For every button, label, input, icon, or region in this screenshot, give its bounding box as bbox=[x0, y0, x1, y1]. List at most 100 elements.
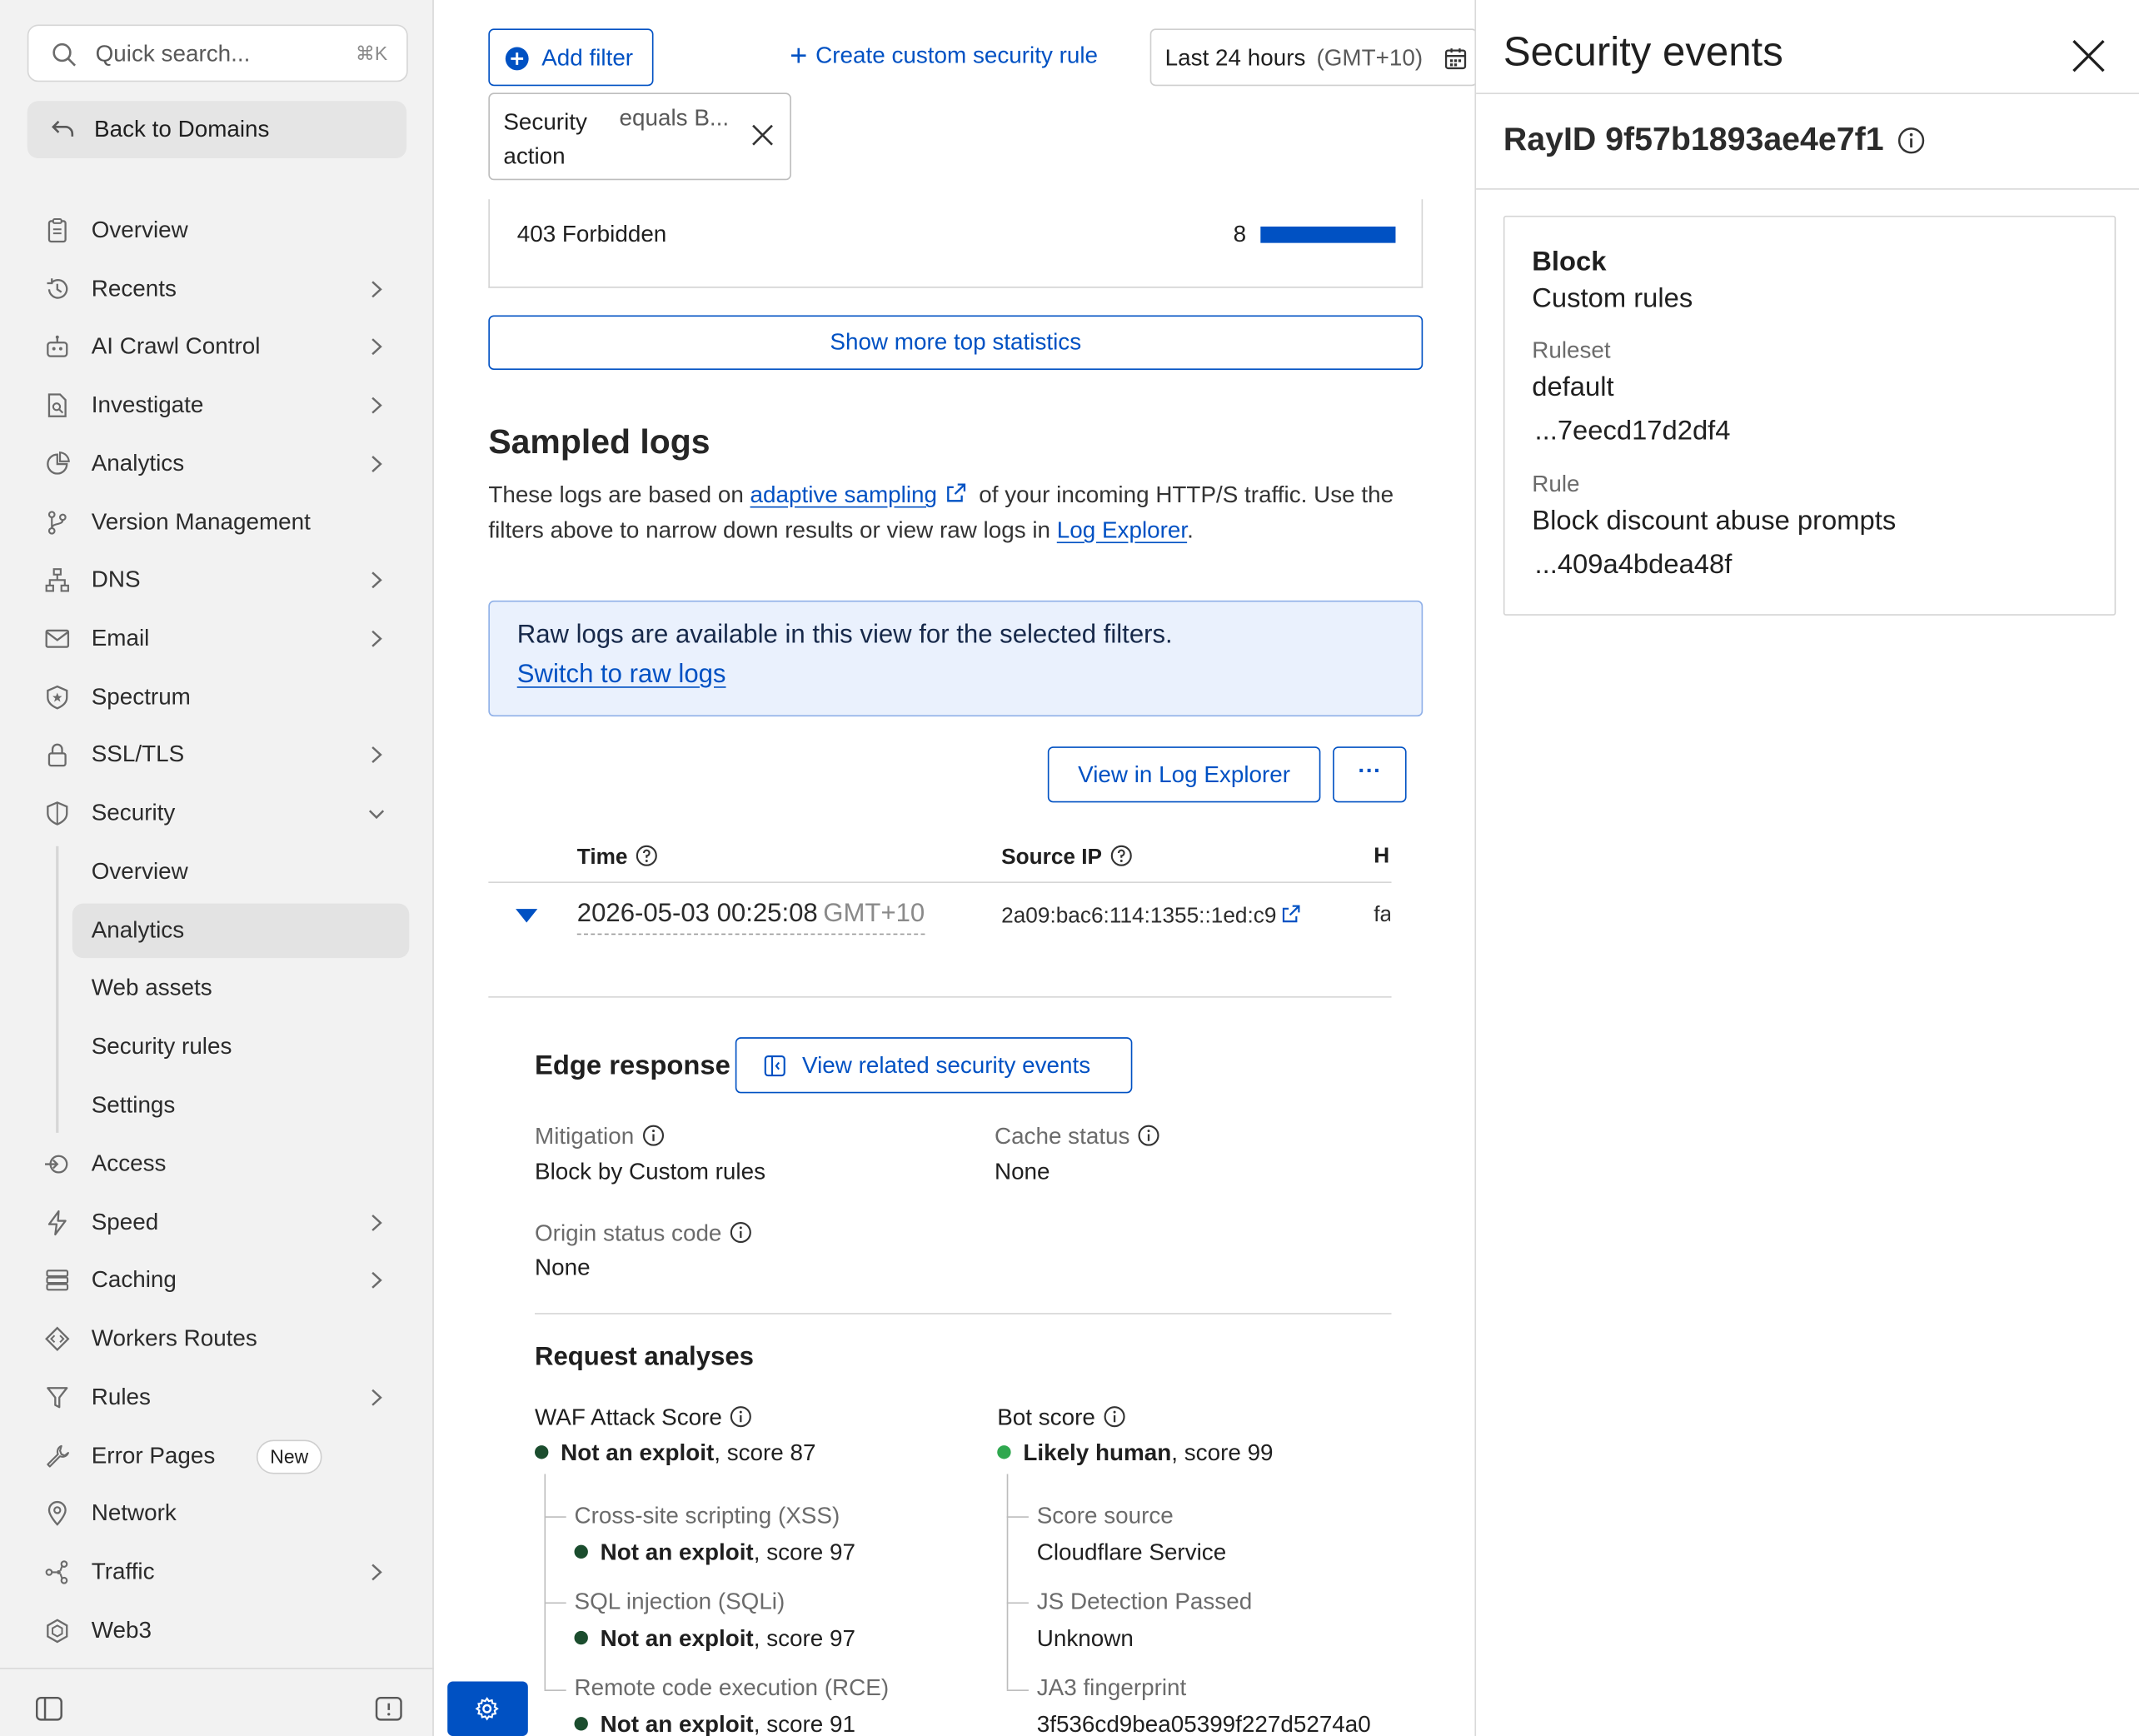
security-subitem-web-assets[interactable]: Web assets bbox=[72, 960, 410, 1015]
view-related-events-button[interactable]: View related security events bbox=[735, 1037, 1133, 1094]
info-icon[interactable] bbox=[1104, 1406, 1125, 1428]
security-subitem-security-rules[interactable]: Security rules bbox=[72, 1020, 410, 1075]
sidebar-item-network[interactable]: Network bbox=[27, 1486, 410, 1541]
log-explorer-link[interactable]: Log Explorer bbox=[1057, 517, 1187, 543]
sidebar-item-spectrum[interactable]: Spectrum bbox=[27, 670, 410, 725]
log-row-source-ip: 2a09:bac6:114:1355::1ed:c9 bbox=[1001, 904, 1301, 930]
sidebar-item-analytics[interactable]: Analytics bbox=[27, 436, 410, 491]
history-icon bbox=[47, 278, 68, 299]
info-icon[interactable] bbox=[1897, 127, 1925, 154]
switch-to-raw-logs-link[interactable]: Switch to raw logs bbox=[517, 661, 726, 691]
feedback-icon[interactable] bbox=[375, 1696, 402, 1721]
robot-icon bbox=[47, 335, 68, 357]
close-icon[interactable] bbox=[2071, 38, 2107, 74]
web3-hexagon-icon bbox=[47, 1619, 68, 1644]
settings-fab-button[interactable] bbox=[447, 1681, 528, 1736]
shield-icon bbox=[47, 801, 68, 826]
sidebar-item-access[interactable]: Access bbox=[27, 1137, 410, 1192]
collapse-sidebar-icon[interactable] bbox=[35, 1696, 63, 1721]
desc-text-3: . bbox=[1187, 516, 1194, 544]
search-shortcut: ⌘K bbox=[355, 42, 388, 65]
sidebar: Quick search... ⌘K Back to Domains Overv… bbox=[0, 0, 434, 1736]
external-link-icon[interactable] bbox=[1280, 904, 1301, 925]
show-more-label: Show more top statistics bbox=[830, 328, 1082, 355]
request-analyses-title: Request analyses bbox=[535, 1343, 754, 1372]
sidebar-item-investigate[interactable]: Investigate bbox=[27, 378, 410, 433]
security-subitem-label: Overview bbox=[91, 858, 188, 885]
help-icon[interactable] bbox=[636, 845, 657, 866]
sidebar-item-web3[interactable]: Web3 bbox=[27, 1604, 410, 1659]
envelope-icon bbox=[45, 629, 70, 648]
chevron-right-icon bbox=[371, 281, 382, 298]
sidebar-item-ai-crawl-control[interactable]: AI Crawl Control bbox=[27, 319, 410, 374]
sidebar-item-caching[interactable]: Caching bbox=[27, 1253, 410, 1308]
security-subitem-settings[interactable]: Settings bbox=[72, 1078, 410, 1133]
sidebar-item-recents[interactable]: Recents bbox=[27, 262, 410, 317]
security-subitem-label: Analytics bbox=[91, 917, 185, 944]
wrench-icon bbox=[47, 1444, 69, 1468]
rule-link[interactable]: Block discount abuse prompts bbox=[1532, 506, 1896, 538]
add-filter-button[interactable]: Add filter bbox=[488, 28, 654, 87]
plus-icon: + bbox=[790, 37, 808, 72]
help-icon[interactable] bbox=[1110, 845, 1132, 866]
sidebar-item-error-pages[interactable]: Error Pages New bbox=[27, 1429, 410, 1484]
remove-filter-icon[interactable] bbox=[750, 122, 775, 147]
sidebar-item-workers-routes[interactable]: Workers Routes bbox=[27, 1312, 410, 1367]
security-events-panel: Security events RayID 9f57b1893ae4e7f1 B… bbox=[1474, 0, 2139, 1736]
sidebar-item-overview[interactable]: Overview bbox=[27, 203, 410, 258]
shield-star-icon bbox=[47, 685, 68, 710]
sidebar-item-traffic[interactable]: Traffic bbox=[27, 1545, 410, 1600]
score-source-value: Cloudflare Service bbox=[1036, 1539, 1227, 1566]
pie-chart-icon bbox=[47, 451, 70, 475]
mitigation-value: Block by Custom rules bbox=[535, 1159, 766, 1185]
log-row-time[interactable]: 2026-05-03 00:25:08 GMT+10 bbox=[576, 900, 925, 935]
rce-score: , score 91 bbox=[753, 1711, 856, 1736]
ja3-label: JA3 fingerprint bbox=[1036, 1674, 1187, 1701]
bot-score-value: Likely human, score 99 bbox=[997, 1440, 1274, 1468]
sidebar-item-ssl-tls[interactable]: SSL/TLS bbox=[27, 727, 410, 782]
info-icon[interactable] bbox=[730, 1221, 751, 1244]
adaptive-sampling-link[interactable]: adaptive sampling bbox=[750, 481, 937, 507]
info-icon[interactable] bbox=[1138, 1125, 1159, 1146]
time-range-picker[interactable]: Last 24 hours (GMT+10) bbox=[1149, 28, 1478, 87]
create-custom-rule-link[interactable]: + Create custom security rule bbox=[790, 37, 1099, 72]
score-source-label: Score source bbox=[1036, 1502, 1174, 1529]
filter-chip[interactable]: Security action equals B... bbox=[488, 92, 791, 181]
column-header-source-ip: Source IP bbox=[1001, 845, 1132, 870]
waf-score-label: WAF Attack Score bbox=[535, 1404, 752, 1432]
js-detection-value: Unknown bbox=[1036, 1625, 1134, 1652]
security-subitem-analytics[interactable]: Analytics bbox=[72, 903, 410, 959]
create-rule-label: Create custom security rule bbox=[815, 42, 1099, 68]
xss-value: Not an exploit, score 97 bbox=[574, 1539, 855, 1567]
sidebar-item-security[interactable]: Security bbox=[27, 786, 410, 841]
access-arrow-icon bbox=[45, 1155, 68, 1174]
quick-search-input[interactable]: Quick search... ⌘K bbox=[27, 24, 408, 82]
sidebar-item-label: Network bbox=[91, 1499, 177, 1526]
back-to-domains-button[interactable]: Back to Domains bbox=[27, 101, 407, 159]
status-dot bbox=[574, 1717, 588, 1731]
info-icon[interactable] bbox=[730, 1406, 752, 1428]
row-divider bbox=[488, 996, 1392, 998]
diamond-code-icon bbox=[45, 1326, 70, 1351]
more-actions-button[interactable]: ··· bbox=[1333, 746, 1407, 803]
view-in-log-explorer-button[interactable]: View in Log Explorer bbox=[1047, 746, 1321, 803]
info-icon[interactable] bbox=[642, 1125, 664, 1146]
sidebar-item-dns[interactable]: DNS bbox=[27, 553, 410, 608]
chevron-right-icon bbox=[371, 397, 382, 414]
sidebar-item-speed[interactable]: Speed bbox=[27, 1195, 410, 1250]
collapse-row-icon[interactable] bbox=[514, 906, 538, 925]
more-actions-icon: ··· bbox=[1358, 757, 1382, 784]
chevron-right-icon bbox=[371, 1389, 382, 1406]
row-ip-value: 2a09:bac6:114:1355::1ed:c9 bbox=[1001, 905, 1277, 929]
sidebar-item-version-management[interactable]: Version Management bbox=[27, 496, 410, 551]
ruleset-value: default bbox=[1532, 372, 1614, 403]
top-statistic-card: 403 Forbidden 8 bbox=[488, 199, 1424, 288]
column-header-time: Time bbox=[577, 845, 658, 870]
sidebar-item-rules[interactable]: Rules bbox=[27, 1370, 410, 1425]
status-dot bbox=[997, 1445, 1011, 1459]
security-subitem-overview[interactable]: Overview bbox=[72, 845, 410, 900]
tree-branch bbox=[544, 1689, 566, 1691]
filter-chip-key: Security action bbox=[503, 109, 587, 170]
show-more-statistics-button[interactable]: Show more top statistics bbox=[488, 315, 1424, 371]
sidebar-item-email[interactable]: Email bbox=[27, 611, 410, 666]
